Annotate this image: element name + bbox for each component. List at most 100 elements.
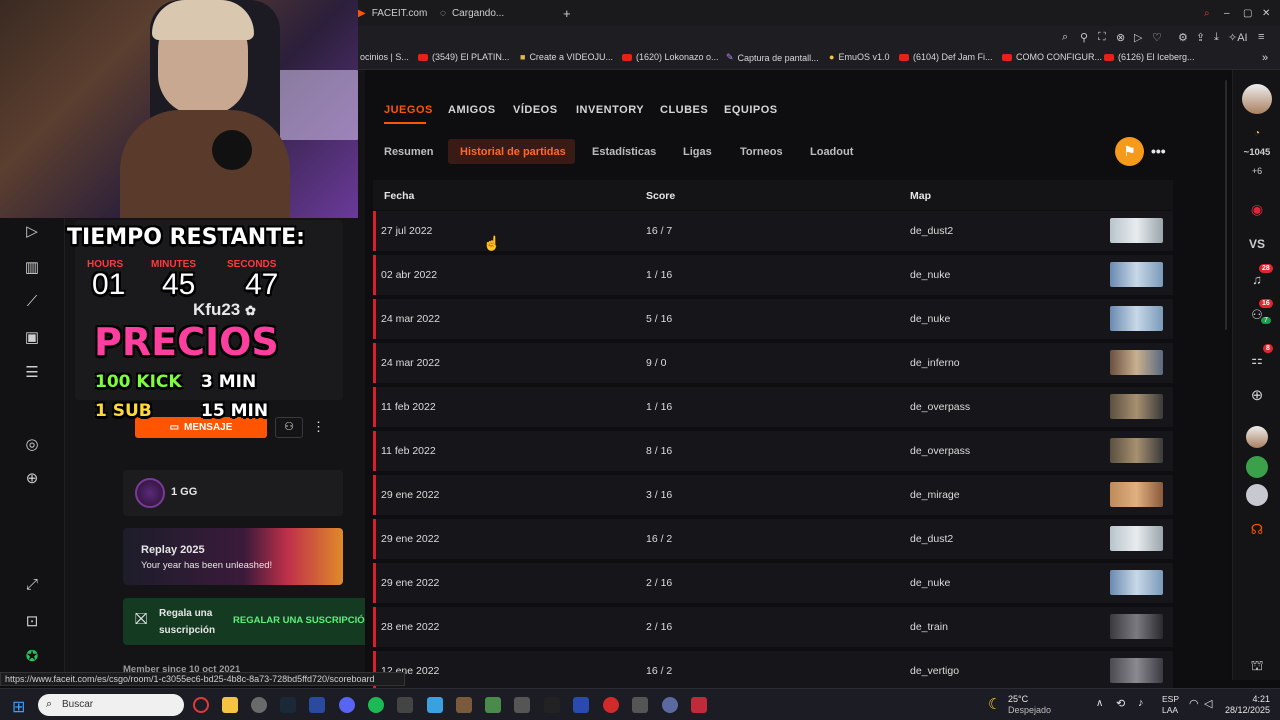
- leaderboard-icon[interactable]: ▥: [22, 258, 42, 276]
- list-icon[interactable]: ☰: [22, 363, 42, 381]
- tab-videos[interactable]: VÍDEOS: [513, 104, 558, 116]
- expand-icon[interactable]: ⤢: [22, 576, 42, 593]
- table-row[interactable]: 29 ene 2022 2 / 16 de_nuke: [373, 563, 1173, 603]
- taskbar-search-input[interactable]: ⌕ Buscar: [38, 694, 184, 716]
- tray-app-icon[interactable]: ⟲: [1116, 697, 1125, 710]
- add-friend-icon[interactable]: ⊕: [1233, 386, 1280, 404]
- download-icon[interactable]: ⤓: [1214, 31, 1219, 44]
- tab-inventory[interactable]: INVENTORY: [576, 104, 644, 116]
- bookmark-item[interactable]: COMO CONFIGUR...: [1002, 52, 1102, 62]
- search-tabs-icon[interactable]: ⌕: [1204, 4, 1210, 22]
- volume-icon[interactable]: ◁: [1204, 697, 1212, 710]
- video-icon[interactable]: ▣: [22, 328, 42, 346]
- ai-button[interactable]: ✧AI: [1228, 31, 1248, 44]
- game-icon[interactable]: [456, 697, 472, 713]
- subtab-torneos[interactable]: Torneos: [740, 146, 783, 158]
- app-icon[interactable]: [397, 697, 413, 713]
- table-row[interactable]: 29 ene 2022 16 / 2 de_dust2: [373, 519, 1173, 559]
- tab-juegos[interactable]: JUEGOS: [384, 104, 433, 116]
- play-icon[interactable]: ▷: [1134, 31, 1142, 44]
- support-headset-icon[interactable]: ☊: [1233, 521, 1280, 538]
- file-explorer-icon[interactable]: [222, 697, 238, 713]
- game-csgo-icon[interactable]: ⚑: [1115, 137, 1144, 166]
- block-icon[interactable]: ⊗: [1116, 31, 1125, 44]
- subtab-estadisticas[interactable]: Estadísticas: [592, 146, 656, 158]
- friend-avatar[interactable]: [1246, 426, 1268, 448]
- party-icon[interactable]: ⚏: [1233, 352, 1280, 368]
- opera-icon[interactable]: [193, 697, 209, 713]
- user-avatar[interactable]: [1242, 84, 1272, 114]
- app-icon[interactable]: [544, 697, 560, 713]
- subtab-loadout[interactable]: Loadout: [810, 146, 853, 158]
- bitwarden-icon[interactable]: [573, 697, 589, 713]
- microphone-icon[interactable]: ♪: [1138, 697, 1144, 709]
- steam-icon[interactable]: [280, 697, 296, 713]
- more-bookmarks-icon[interactable]: »: [1262, 52, 1268, 64]
- table-row[interactable]: 24 mar 2022 9 / 0 de_inferno: [373, 343, 1173, 383]
- shop-icon[interactable]: ◎: [22, 435, 42, 453]
- add-friend-button[interactable]: ⚇: [275, 417, 303, 438]
- windows-start-icon[interactable]: ⊞: [12, 697, 25, 717]
- pin-icon[interactable]: ⚲: [1080, 31, 1088, 44]
- replay-2025-banner[interactable]: Replay 2025 Your year has been unleashed…: [123, 528, 343, 585]
- tab-faceit[interactable]: ▶ FACEIT.com: [358, 4, 427, 22]
- game-icon[interactable]: [485, 697, 501, 713]
- table-row[interactable]: 28 ene 2022 2 / 16 de_train: [373, 607, 1173, 647]
- scrollbar[interactable]: [1225, 80, 1227, 330]
- chrome-icon[interactable]: [251, 697, 267, 713]
- app-icon[interactable]: [603, 697, 619, 713]
- app-icon[interactable]: [632, 697, 648, 713]
- bookmark-item[interactable]: (6104) Def Jam Fi...: [899, 52, 993, 62]
- language-code[interactable]: ESP: [1162, 694, 1179, 704]
- tab-loading[interactable]: ◌ Cargando...: [440, 4, 504, 22]
- zoom-icon[interactable]: ⌕: [1062, 31, 1068, 44]
- play-icon[interactable]: ▷: [22, 222, 42, 240]
- faceit-logo-icon[interactable]: ⛫: [1233, 657, 1280, 676]
- tab-amigos[interactable]: AMIGOS: [448, 104, 496, 116]
- table-row[interactable]: 11 feb 2022 8 / 16 de_overpass: [373, 431, 1173, 471]
- bookmark-item[interactable]: ocinios | S...: [360, 52, 409, 62]
- briefcase-icon[interactable]: ⊡: [22, 612, 42, 630]
- bookmark-item[interactable]: (6126) El Iceberg...: [1104, 52, 1195, 62]
- subtab-ligas[interactable]: Ligas: [683, 146, 712, 158]
- table-row[interactable]: 11 feb 2022 1 / 16 de_overpass: [373, 387, 1173, 427]
- new-tab-button[interactable]: +: [563, 4, 571, 22]
- screenshot-icon[interactable]: ⛶: [1098, 31, 1106, 44]
- close-window-icon[interactable]: ✕: [1262, 4, 1270, 22]
- play-button-icon[interactable]: ◉: [1233, 201, 1280, 218]
- bookmark-item[interactable]: (1620) Lokonazo o...: [622, 52, 719, 62]
- clock-date[interactable]: 28/12/2025: [1218, 705, 1270, 715]
- app-icon[interactable]: [662, 697, 678, 713]
- notepad-icon[interactable]: [427, 697, 443, 713]
- wifi-icon[interactable]: ◠: [1189, 697, 1199, 710]
- bookmark-item[interactable]: ✎ Captura de pantall...: [726, 52, 819, 63]
- bookmark-item[interactable]: (3549) El PLATIN...: [418, 52, 509, 62]
- app-icon[interactable]: [514, 697, 530, 713]
- minimize-icon[interactable]: –: [1224, 4, 1230, 22]
- spotify-icon[interactable]: [368, 697, 384, 713]
- discord-icon[interactable]: [339, 697, 355, 713]
- table-row[interactable]: 12 ene 2022 16 / 2 de_vertigo: [373, 651, 1173, 691]
- notifications-icon[interactable]: ♫: [1233, 272, 1280, 287]
- friend-avatar[interactable]: [1246, 456, 1268, 478]
- add-icon[interactable]: ⊕: [22, 469, 42, 487]
- table-row[interactable]: 24 mar 2022 5 / 16 de_nuke: [373, 299, 1173, 339]
- table-row[interactable]: 29 ene 2022 3 / 16 de_mirage: [373, 475, 1173, 515]
- extensions-icon[interactable]: ⚙: [1178, 31, 1188, 44]
- table-row[interactable]: 02 abr 2022 1 / 16 de_nuke: [373, 255, 1173, 295]
- tab-equipos[interactable]: EQUIPOS: [724, 104, 778, 116]
- share-icon[interactable]: ⇪: [1196, 31, 1205, 44]
- bookmark-item[interactable]: ■ Create a VIDEOJU...: [520, 52, 613, 62]
- maximize-icon[interactable]: ▢: [1243, 4, 1252, 22]
- tray-chevron-icon[interactable]: ∧: [1096, 698, 1103, 709]
- app-icon[interactable]: [309, 697, 325, 713]
- clock-time[interactable]: 4:21: [1230, 694, 1270, 704]
- friend-avatar[interactable]: [1246, 484, 1268, 506]
- more-options-icon[interactable]: ⋮: [312, 419, 325, 435]
- bookmark-item[interactable]: ● EmuOS v1.0: [829, 52, 889, 62]
- tab-clubes[interactable]: CLUBES: [660, 104, 708, 116]
- status-online-icon[interactable]: ✪: [22, 647, 42, 665]
- subtab-resumen[interactable]: Resumen: [384, 146, 434, 158]
- app-icon[interactable]: [691, 697, 707, 713]
- vs-button[interactable]: VS: [1233, 237, 1280, 251]
